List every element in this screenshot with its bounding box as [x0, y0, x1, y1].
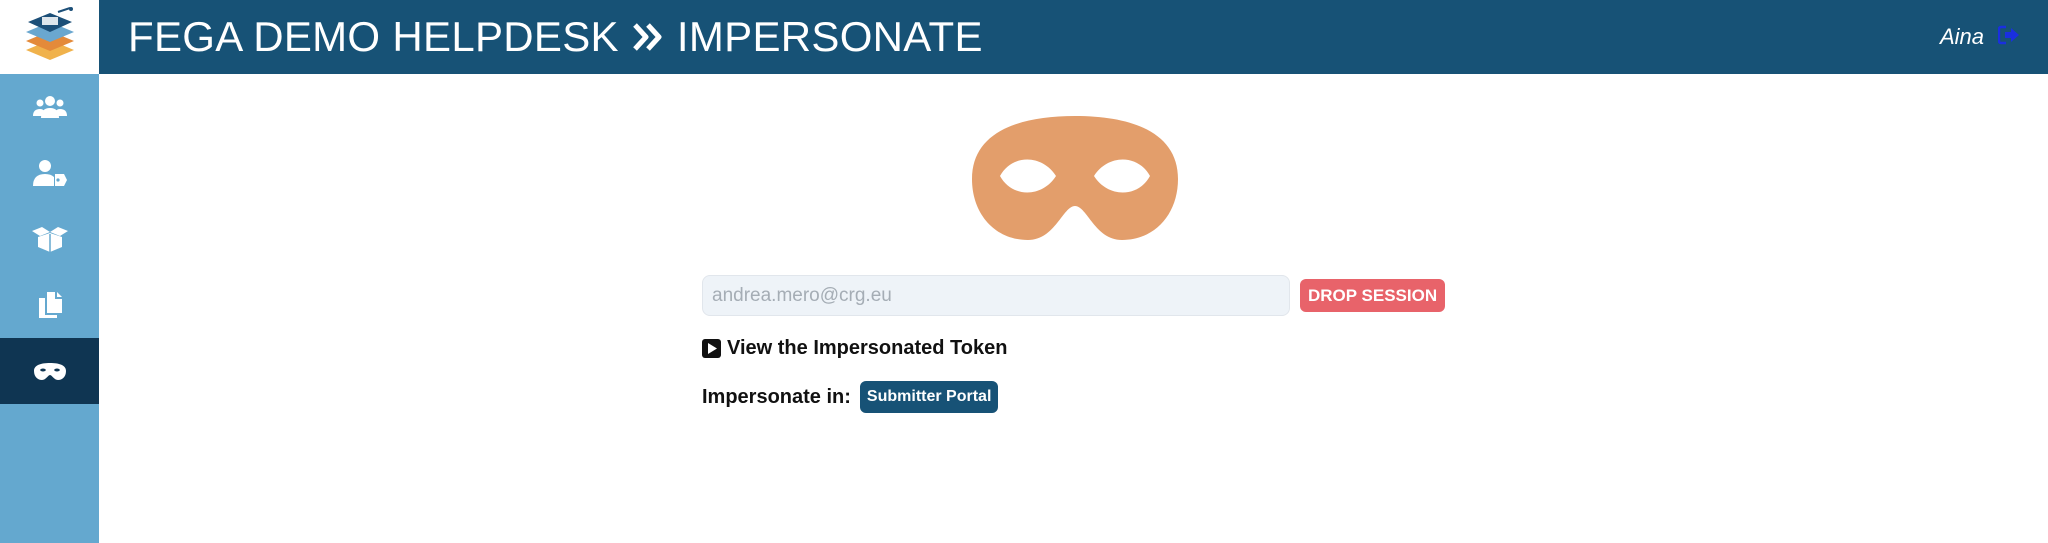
logo-icon [25, 7, 74, 60]
view-token-label: View the Impersonated Token [727, 337, 1008, 359]
submitter-portal-button[interactable]: Submitter Portal [859, 381, 999, 413]
open-box-icon [31, 227, 68, 252]
sidebar-item-impersonate[interactable] [0, 338, 99, 404]
user-tag-icon [32, 160, 67, 186]
sidebar [0, 74, 99, 543]
page-heading: FEGA DEMO HELPDESK IMPERSONATE [128, 13, 983, 61]
app-title: FEGA DEMO HELPDESK [128, 13, 619, 60]
play-square-icon [702, 339, 721, 358]
impersonate-in-label: Impersonate in: [702, 385, 851, 408]
user-name: Aina [1939, 24, 1984, 49]
double-chevron-right-icon [632, 22, 664, 52]
documents-icon [38, 292, 62, 318]
logout-icon[interactable] [1997, 25, 2020, 50]
sidebar-item-documents[interactable] [0, 272, 99, 338]
impersonate-email-input[interactable] [702, 275, 1290, 316]
sidebar-item-users[interactable] [0, 74, 99, 140]
fega-logo[interactable] [0, 0, 99, 74]
sidebar-item-boxes[interactable] [0, 206, 99, 272]
view-token-toggle[interactable]: View the Impersonated Token [702, 337, 1445, 360]
impersonate-form: DROP SESSION View the Impersonated Token… [702, 275, 1446, 413]
top-bar: FEGA DEMO HELPDESK IMPERSONATE Aina [99, 0, 2048, 74]
users-icon [32, 96, 67, 118]
mask-icon [33, 363, 66, 380]
impersonate-mask-icon [970, 114, 1180, 240]
page-title: IMPERSONATE [676, 13, 983, 60]
impersonate-in-row: Impersonate in: Submitter Portal [702, 381, 1445, 413]
user-menu: Aina [1940, 0, 2020, 74]
drop-session-button[interactable]: DROP SESSION [1300, 279, 1446, 312]
sidebar-item-user-tags[interactable] [0, 140, 99, 206]
